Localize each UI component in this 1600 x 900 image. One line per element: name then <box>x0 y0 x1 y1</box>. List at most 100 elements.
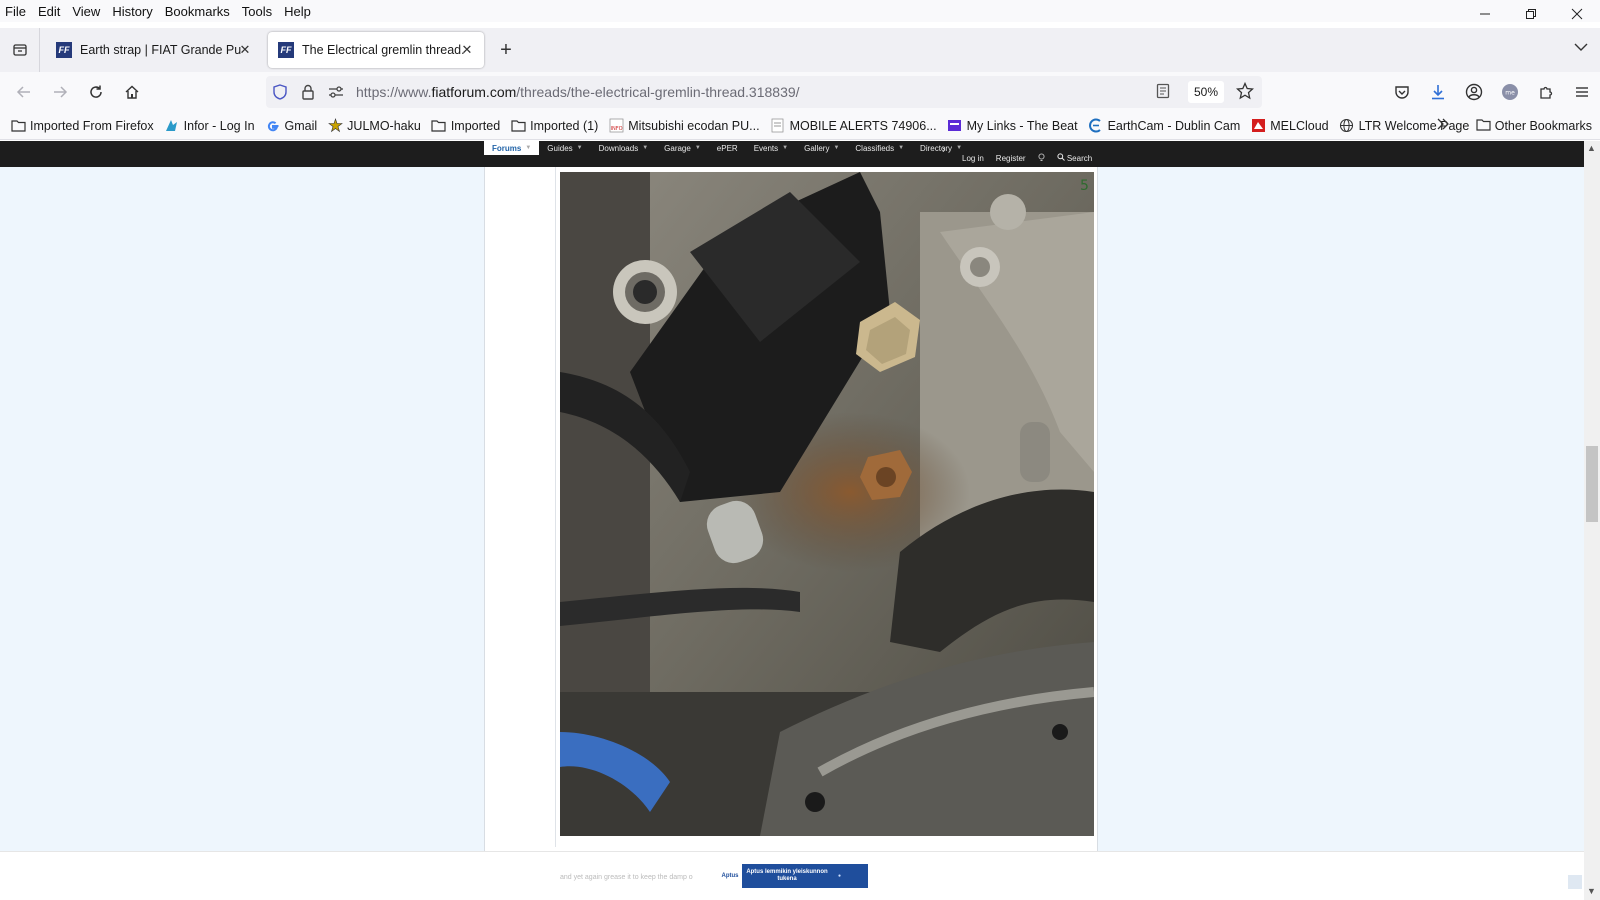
menu-tools[interactable]: Tools <box>236 4 278 19</box>
address-bar[interactable]: https://www.fiatforum.com/threads/the-el… <box>266 76 1262 108</box>
reload-button[interactable] <box>78 76 114 108</box>
nav-tab-label: Forums <box>492 143 522 153</box>
scrollbar-thumb[interactable] <box>1586 446 1598 522</box>
nav-tab-forums[interactable]: Forums ▼ <box>484 141 540 155</box>
toolbar-right: me <box>1384 76 1600 108</box>
nav-scroll-right-icon[interactable]: › <box>942 144 946 156</box>
dropdown-caret-icon[interactable]: ▼ <box>898 145 904 151</box>
dropdown-caret-icon[interactable]: ▼ <box>695 145 701 151</box>
pocket-icon <box>1395 86 1409 99</box>
nav-tab-guides[interactable]: Guides ▼ <box>539 141 590 155</box>
bookmark-mobile-alerts[interactable]: MOBILE ALERTS 74906... <box>770 118 937 134</box>
menu-edit[interactable]: Edit <box>32 4 66 19</box>
other-bookmarks-folder[interactable]: Other Bookmarks <box>1476 118 1592 134</box>
bookmark-imported[interactable]: Imported <box>431 118 500 134</box>
restore-icon <box>1526 9 1536 19</box>
account-button[interactable] <box>1456 76 1492 108</box>
other-bookmarks-label: Other Bookmarks <box>1494 119 1592 133</box>
lock-icon[interactable] <box>294 84 322 100</box>
bookmark-label: MELCloud <box>1270 118 1329 133</box>
nav-tab-events[interactable]: Events ▼ <box>746 141 796 155</box>
page-scrollbar[interactable]: ▲ ▼ <box>1584 141 1600 900</box>
tab-close-button[interactable]: ✕ <box>458 41 476 59</box>
lightbulb-icon[interactable] <box>1032 152 1051 164</box>
dropdown-caret-icon[interactable]: ▼ <box>577 145 583 151</box>
nav-tab-gallery[interactable]: Gallery ▼ <box>796 141 847 155</box>
dropdown-caret-icon[interactable]: ▼ <box>642 145 648 151</box>
home-button[interactable] <box>114 76 150 108</box>
more-bookmarks-button[interactable] <box>1436 118 1450 133</box>
bookmark-earthcam-dublin[interactable]: EarthCam - Dublin Cam <box>1088 118 1241 134</box>
pocket-button[interactable] <box>1384 76 1420 108</box>
scroll-up-arrow-icon[interactable]: ▲ <box>1587 143 1596 153</box>
minimize-button[interactable] <box>1462 0 1508 28</box>
nav-tab-garage[interactable]: Garage ▼ <box>656 141 709 155</box>
bookmark-my-links-the-beat[interactable]: My Links - The Beat <box>947 118 1078 134</box>
post-attachment-photo[interactable]: 5 <box>560 172 1094 836</box>
new-tab-button[interactable]: + <box>490 34 522 66</box>
profile-avatar-icon: me <box>1502 84 1518 100</box>
back-arrow-icon <box>16 86 30 98</box>
bookmark-label: EarthCam - Dublin Cam <box>1107 118 1241 133</box>
account-icon <box>1465 83 1483 101</box>
forward-arrow-icon <box>54 86 68 98</box>
bookmark-julmo-haku[interactable]: JULMO-haku <box>327 118 421 134</box>
zoom-level-button[interactable]: 50% <box>1187 81 1224 103</box>
advertisement-banner[interactable]: Aptus Aptus lemmikin yleiskunnon tukena … <box>718 864 868 888</box>
app-menu-button[interactable] <box>1564 76 1600 108</box>
bookmark-imported-1[interactable]: Imported (1) <box>510 118 598 134</box>
extensions-button[interactable] <box>1528 76 1564 108</box>
nav-tab-label: Garage <box>664 143 691 153</box>
tab-bar: FF Earth strap | FIAT Grande Punto ✕ FF … <box>0 28 1600 72</box>
bookmark-melcloud[interactable]: MELCloud <box>1250 118 1329 134</box>
list-all-tabs-button[interactable] <box>1574 40 1588 55</box>
scroll-down-arrow-icon[interactable]: ▼ <box>1587 886 1596 896</box>
folder-icon <box>10 118 26 134</box>
tab-electrical-gremlin[interactable]: FF The Electrical gremlin thread.... ✕ <box>268 32 484 68</box>
nav-tab-downloads[interactable]: Downloads ▼ <box>591 141 657 155</box>
google-icon <box>265 118 281 134</box>
forward-button[interactable] <box>42 76 78 108</box>
globe-icon <box>1339 118 1355 134</box>
firefox-view-button[interactable] <box>0 28 40 72</box>
register-link[interactable]: Register <box>990 154 1032 163</box>
dropdown-caret-icon[interactable]: ▼ <box>833 145 839 151</box>
dropdown-caret-icon[interactable]: ▼ <box>525 145 531 151</box>
tab-close-button[interactable]: ✕ <box>236 41 254 59</box>
web-page: Forums ▼ Guides ▼ Downloads ▼ Garage ▼ ePER … <box>0 141 1584 900</box>
ad-close-button[interactable] <box>1568 875 1582 889</box>
dropdown-caret-icon[interactable]: ▼ <box>782 145 788 151</box>
permissions-icon[interactable] <box>322 85 350 99</box>
folder-icon <box>431 118 447 134</box>
close-window-button[interactable] <box>1554 0 1600 28</box>
bookmark-gmail[interactable]: Gmail <box>265 118 318 134</box>
restore-button[interactable] <box>1508 0 1554 28</box>
tracking-protection-shield-icon[interactable] <box>266 84 294 100</box>
bookmark-mitsubishi-ecodan[interactable]: INFO Mitsubishi ecodan PU... <box>608 118 760 134</box>
bookmark-label: Gmail <box>284 118 318 133</box>
menu-file[interactable]: File <box>0 4 32 19</box>
menu-history[interactable]: History <box>106 4 158 19</box>
search-link[interactable]: Search <box>1051 153 1099 163</box>
url-text[interactable]: https://www.fiatforum.com/threads/the-el… <box>356 84 800 100</box>
downloads-button[interactable] <box>1420 76 1456 108</box>
ad-text: Aptus lemmikin yleiskunnon tukena <box>746 869 828 882</box>
profile-button[interactable]: me <box>1492 76 1528 108</box>
nav-tab-classifieds[interactable]: Classifieds ▼ <box>847 141 912 155</box>
nav-tab-label: Gallery <box>804 143 830 153</box>
reader-view-icon[interactable] <box>1156 83 1170 102</box>
bookmark-imported-from-firefox[interactable]: Imported From Firefox <box>10 118 154 134</box>
navigation-toolbar: https://www.fiatforum.com/threads/the-el… <box>0 72 1600 112</box>
log-in-link[interactable]: Log in <box>956 154 990 163</box>
back-button[interactable] <box>6 76 42 108</box>
bookmark-star-icon[interactable] <box>1235 81 1255 103</box>
julmo-icon <box>327 118 343 134</box>
nav-tab-eper[interactable]: ePER <box>709 141 746 155</box>
folder-icon <box>510 118 526 134</box>
menu-view[interactable]: View <box>66 4 106 19</box>
bookmark-infor-log-in[interactable]: Infor - Log In <box>164 118 255 134</box>
tab-earth-strap[interactable]: FF Earth strap | FIAT Grande Punto ✕ <box>46 32 262 68</box>
menu-bookmarks[interactable]: Bookmarks <box>159 4 236 19</box>
menu-help[interactable]: Help <box>278 4 317 19</box>
melcloud-icon <box>1250 118 1266 134</box>
